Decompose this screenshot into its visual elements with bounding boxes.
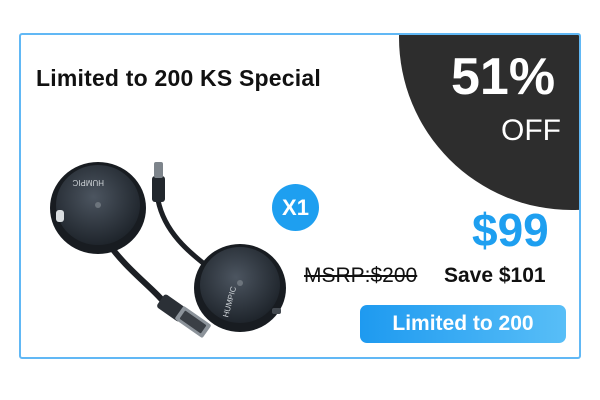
- msrp-price: MSRP:$200: [304, 264, 418, 287]
- promo-card: Limited to 200 KS Special 51% OFF HUMPIC…: [19, 33, 581, 359]
- brand-logo: HUMPIC: [72, 178, 104, 187]
- discount-off-label: OFF: [501, 114, 561, 147]
- promo-title: Limited to 200 KS Special: [36, 65, 321, 91]
- product-image: HUMPIC HUMPIC: [50, 162, 286, 338]
- sale-price: $99: [472, 204, 549, 256]
- quantity-badge: X1: [272, 184, 319, 231]
- transmitter-puck-right: HUMPIC: [194, 244, 286, 332]
- limited-quantity-button[interactable]: Limited to 200: [360, 305, 566, 343]
- usb-c-plug-icon: [152, 162, 165, 202]
- transmitter-puck-left: HUMPIC: [50, 162, 146, 254]
- discount-percent: 51%: [451, 48, 556, 106]
- savings-label: Save $101: [444, 264, 546, 287]
